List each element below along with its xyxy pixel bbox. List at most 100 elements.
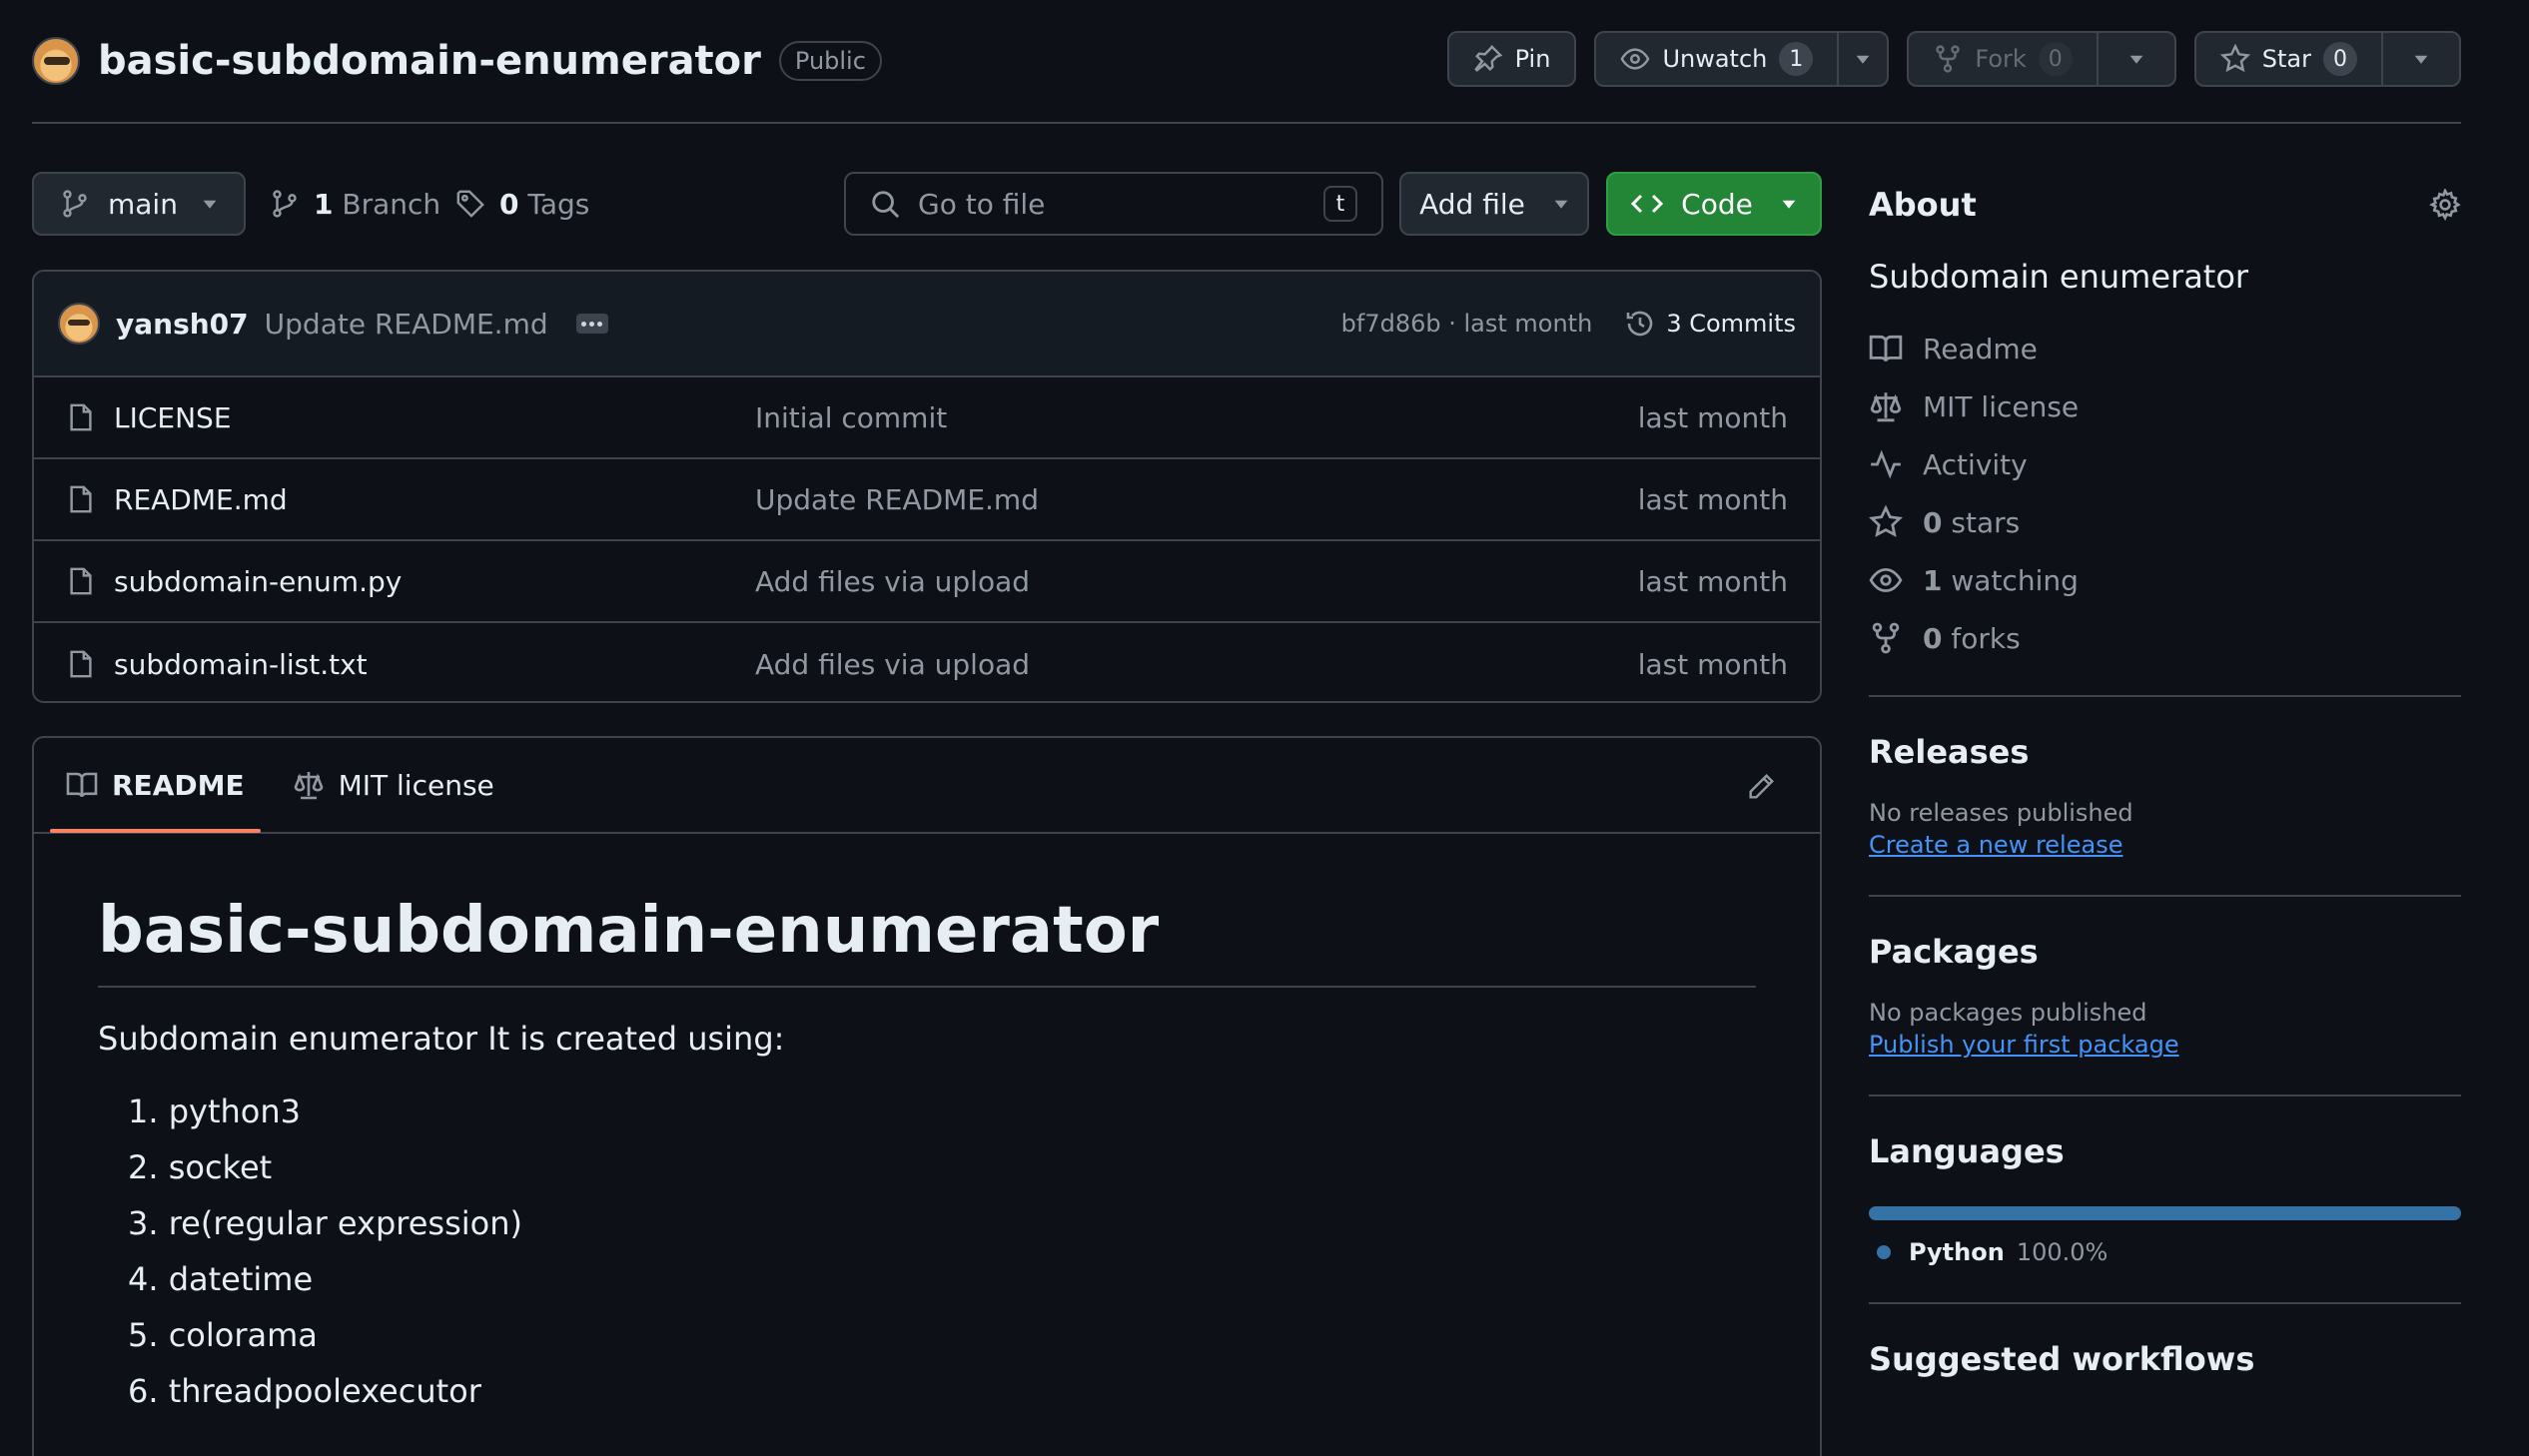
repo-header: basic-subdomain-enumerator Public Pin Un… — [32, 28, 2461, 94]
releases-heading[interactable]: Releases — [1869, 733, 2461, 771]
language-item[interactable]: Python 100.0% — [1869, 1238, 2461, 1266]
forks-label: forks — [1951, 621, 2021, 655]
file-icon — [66, 566, 96, 596]
readme-list: 1. python3 2. socket 3. re(regular expre… — [98, 1084, 1756, 1419]
fork-icon — [1869, 621, 1903, 655]
branches-link[interactable]: 1 Branch — [270, 172, 440, 236]
suggested-workflows-heading: Suggested workflows — [1869, 1340, 2255, 1378]
code-button[interactable]: Code — [1606, 172, 1822, 236]
file-age: last month — [1637, 564, 1788, 598]
list-item: 5. colorama — [128, 1316, 318, 1354]
pulse-icon — [1869, 447, 1903, 481]
repo-description: Subdomain enumerator — [1869, 258, 2249, 296]
table-row[interactable]: subdomain-enum.py Add files via upload l… — [34, 541, 1820, 623]
branch-icon — [60, 189, 90, 219]
file-commit-message[interactable]: Add files via upload — [755, 565, 1638, 598]
activity-link[interactable]: Activity — [1869, 435, 2461, 493]
add-file-button[interactable]: Add file — [1399, 172, 1589, 236]
watch-dropdown[interactable] — [1837, 33, 1887, 85]
file-commit-message[interactable]: Add files via upload — [755, 648, 1638, 681]
create-release-link[interactable]: Create a new release — [1869, 831, 2122, 859]
license-link-label: MIT license — [1923, 389, 2080, 423]
watching-count: 1 — [1923, 563, 1943, 597]
readme-link[interactable]: Readme — [1869, 320, 2461, 377]
fork-dropdown[interactable] — [2096, 33, 2174, 85]
repo-name[interactable]: basic-subdomain-enumerator — [98, 38, 761, 84]
releases-empty: No releases published — [1869, 799, 2133, 827]
about-heading: About — [1869, 186, 1977, 224]
file-commit-message[interactable]: Initial commit — [755, 401, 1638, 434]
languages-heading: Languages — [1869, 1132, 2065, 1170]
caret-down-icon — [1781, 196, 1797, 212]
ellipsis-button[interactable] — [575, 314, 608, 334]
star-label: Star — [2261, 45, 2311, 73]
star-icon — [1869, 505, 1903, 539]
packages-heading[interactable]: Packages — [1869, 933, 2461, 971]
tab-readme[interactable]: README — [50, 738, 261, 833]
commit-message[interactable]: Update README.md — [265, 308, 548, 341]
watch-count: 1 — [1779, 42, 1814, 76]
eye-icon — [1869, 563, 1903, 597]
file-commit-message[interactable]: Update README.md — [755, 483, 1638, 516]
table-row[interactable]: subdomain-list.txt Add files via upload … — [34, 623, 1820, 701]
file-age: last month — [1637, 400, 1788, 434]
commit-meta: bf7d86b · last month 3 Commits — [1341, 308, 1796, 340]
history-icon — [1624, 308, 1656, 340]
fork-button[interactable]: Fork 0 — [1907, 31, 2176, 87]
gear-icon[interactable] — [2429, 189, 2461, 221]
owner-avatar[interactable] — [32, 37, 80, 85]
fork-count: 0 — [2038, 42, 2073, 76]
table-row[interactable]: README.md Update README.md last month — [34, 459, 1820, 541]
fork-icon — [1933, 44, 1963, 74]
license-link[interactable]: MIT license — [1869, 377, 2461, 435]
file-age: last month — [1637, 482, 1788, 516]
file-name[interactable]: README.md — [114, 483, 755, 516]
tab-readme-label: README — [112, 768, 245, 802]
commits-link[interactable]: 3 Commits — [1624, 308, 1796, 340]
file-icon — [66, 484, 96, 514]
tab-license-label: MIT license — [338, 768, 494, 802]
publish-package-link[interactable]: Publish your first package — [1869, 1031, 2179, 1059]
language-dot — [1877, 1245, 1891, 1259]
book-icon — [1869, 332, 1903, 365]
commit-hash-time[interactable]: bf7d86b · last month — [1341, 310, 1593, 338]
tab-license[interactable]: MIT license — [277, 738, 510, 833]
file-name[interactable]: subdomain-list.txt — [114, 648, 755, 681]
file-icon — [66, 402, 96, 432]
pin-icon — [1473, 44, 1503, 74]
language-percent: 100.0% — [2016, 1238, 2108, 1266]
go-to-file-placeholder: Go to file — [918, 187, 1046, 221]
packages-empty: No packages published — [1869, 999, 2147, 1027]
search-icon — [870, 189, 900, 219]
branch-icon — [270, 189, 300, 219]
stars-link[interactable]: 0 stars — [1869, 493, 2461, 551]
watching-link[interactable]: 1 watching — [1869, 551, 2461, 609]
tags-link[interactable]: 0 Tags — [455, 172, 589, 236]
unwatch-button[interactable]: Unwatch 1 — [1594, 31, 1890, 87]
pin-button[interactable]: Pin — [1446, 31, 1577, 87]
stars-count: 0 — [1923, 505, 1943, 539]
caret-down-icon — [202, 196, 218, 212]
star-button[interactable]: Star 0 — [2193, 31, 2461, 87]
go-to-file-input[interactable]: Go to file t — [844, 172, 1383, 236]
forks-count: 0 — [1923, 621, 1943, 655]
eye-icon — [1620, 44, 1650, 74]
caret-down-icon — [2128, 51, 2144, 67]
readme-tabs: README MIT license — [34, 738, 1820, 834]
list-item: 6. threadpoolexecutor — [128, 1372, 481, 1410]
table-row[interactable]: LICENSE Initial commit last month — [34, 377, 1820, 459]
forks-link[interactable]: 0 forks — [1869, 609, 2461, 667]
commit-author[interactable]: yansh07 — [116, 308, 249, 341]
author-avatar[interactable] — [58, 303, 100, 345]
pencil-icon[interactable] — [1746, 772, 1776, 802]
caret-down-icon — [2413, 51, 2429, 67]
list-item: 2. socket — [128, 1148, 273, 1186]
about-header: About — [1869, 170, 2461, 240]
book-icon — [66, 769, 98, 801]
file-name[interactable]: LICENSE — [114, 401, 755, 434]
caret-down-icon — [1553, 196, 1569, 212]
branch-select[interactable]: main — [32, 172, 246, 236]
star-dropdown[interactable] — [2381, 33, 2459, 85]
code-label: Code — [1681, 187, 1753, 221]
file-name[interactable]: subdomain-enum.py — [114, 565, 755, 598]
